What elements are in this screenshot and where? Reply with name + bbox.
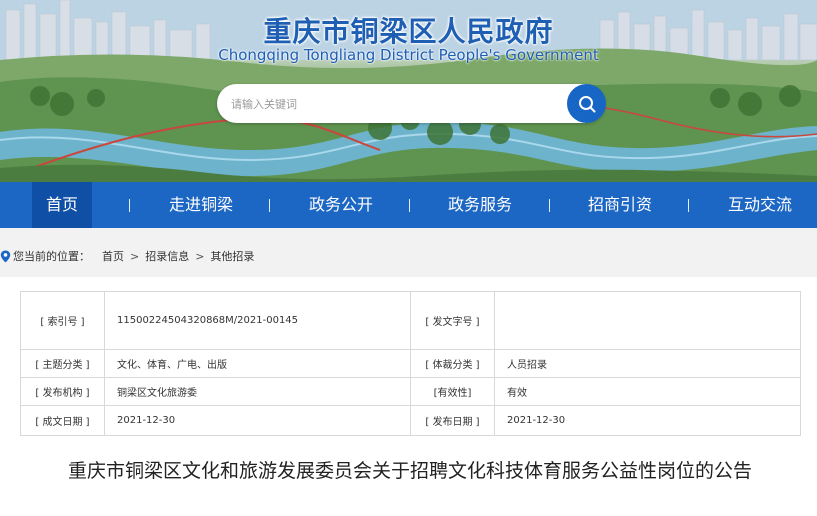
nav-item-government-services[interactable]: 政务服务 <box>440 182 520 228</box>
search-icon <box>578 95 595 112</box>
table-row: [ 索引号 ] 11500224504320868M/2021-00145 [ … <box>20 291 801 350</box>
publisher-value: 铜梁区文化旅游委 <box>104 377 411 406</box>
written-date-value: 2021-12-30 <box>104 405 411 436</box>
breadcrumb: 您当前的位置： 首页 > 招录信息 > 其他招录 <box>0 248 254 264</box>
publisher-label: [ 发布机构 ] <box>20 377 105 406</box>
topic-category-value: 文化、体育、广电、出版 <box>104 349 411 378</box>
breadcrumb-prefix: 您当前的位置： <box>13 250 90 263</box>
index-number-label: [ 索引号 ] <box>20 291 105 350</box>
genre-category-label: [ 体裁分类 ] <box>410 349 495 378</box>
nav-divider <box>688 199 689 212</box>
document-number-label: [ 发文字号 ] <box>410 291 495 350</box>
breadcrumb-other-recruitment-link[interactable]: 其他招录 <box>210 248 254 264</box>
search-box <box>217 84 606 123</box>
site-subtitle: Chongqing Tongliang District People's Go… <box>218 46 599 64</box>
nav-item-about-tongliang[interactable]: 走进铜梁 <box>161 182 241 228</box>
breadcrumb-recruitment-link[interactable]: 招录信息 <box>145 248 189 264</box>
breadcrumb-separator: > <box>195 249 205 263</box>
nav-divider <box>409 199 410 212</box>
nav-divider <box>129 199 130 212</box>
table-row: [ 主题分类 ] 文化、体育、广电、出版 [ 体裁分类 ] 人员招录 <box>20 349 801 378</box>
table-row: [ 成文日期 ] 2021-12-30 [ 发布日期 ] 2021-12-30 <box>20 405 801 436</box>
breadcrumb-separator: > <box>130 249 140 263</box>
document-number-value <box>494 291 801 350</box>
header-banner: 重庆市铜梁区人民政府 Chongqing Tongliang District … <box>0 0 817 182</box>
main-nav: 首页 走进铜梁 政务公开 政务服务 招商引资 互动交流 <box>0 182 817 228</box>
nav-divider <box>269 199 270 212</box>
written-date-label: [ 成文日期 ] <box>20 405 105 436</box>
nav-item-investment[interactable]: 招商引资 <box>580 182 660 228</box>
publish-date-value: 2021-12-30 <box>494 405 801 436</box>
validity-label: [有效性] <box>410 377 495 406</box>
nav-divider <box>549 199 550 212</box>
nav-item-interaction[interactable]: 互动交流 <box>720 182 800 228</box>
publish-date-label: [ 发布日期 ] <box>410 405 495 436</box>
table-row: [ 发布机构 ] 铜梁区文化旅游委 [有效性] 有效 <box>20 377 801 406</box>
document-info-table: [ 索引号 ] 11500224504320868M/2021-00145 [ … <box>20 291 801 436</box>
genre-category-value: 人员招录 <box>494 349 801 378</box>
nav-item-home[interactable]: 首页 <box>32 182 92 228</box>
site-title: 重庆市铜梁区人民政府 <box>263 15 554 48</box>
search-input[interactable] <box>231 93 561 115</box>
nav-item-government-affairs-disclosure[interactable]: 政务公开 <box>301 182 381 228</box>
search-button[interactable] <box>567 84 606 123</box>
location-pin-icon <box>0 250 11 262</box>
topic-category-label: [ 主题分类 ] <box>20 349 105 378</box>
index-number-value: 11500224504320868M/2021-00145 <box>104 291 411 350</box>
article-title: 重庆市铜梁区文化和旅游发展委员会关于招聘文化科技体育服务公益性岗位的公告 <box>67 460 752 482</box>
breadcrumb-home-link[interactable]: 首页 <box>102 248 124 264</box>
validity-value: 有效 <box>494 377 801 406</box>
breadcrumb-bar: 您当前的位置： 首页 > 招录信息 > 其他招录 <box>0 228 817 277</box>
